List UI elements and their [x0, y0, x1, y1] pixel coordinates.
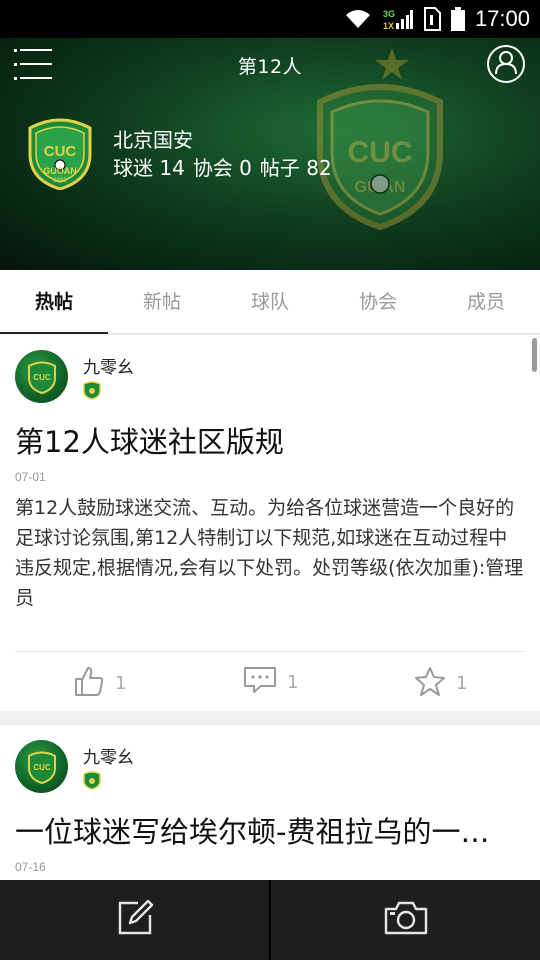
- svg-text:3G: 3G: [383, 9, 395, 19]
- sim-card-icon: [423, 7, 441, 31]
- svg-text:CUC: CUC: [33, 373, 51, 382]
- club-logo[interactable]: CUC GUOAN 1992: [26, 114, 94, 194]
- svg-text:CUC: CUC: [33, 763, 51, 772]
- tab-association[interactable]: 协会: [324, 270, 432, 333]
- post-title[interactable]: 第12人球迷社区版规: [15, 419, 525, 461]
- tab-new-posts[interactable]: 新帖: [108, 270, 216, 333]
- club-stats: 球迷 14 协会 0 帖子 82: [113, 152, 332, 181]
- post-date: 07-16: [15, 860, 46, 874]
- bottom-action-bar: [0, 880, 540, 960]
- svg-text:1992: 1992: [53, 178, 67, 184]
- battery-icon: [450, 7, 465, 31]
- tab-team[interactable]: 球队: [216, 270, 324, 333]
- avatar[interactable]: CUC: [15, 740, 68, 793]
- page-title: 第12人: [237, 56, 303, 78]
- stat-fans: 球迷 14: [113, 156, 185, 180]
- compose-button[interactable]: [0, 880, 269, 960]
- comment-button[interactable]: 1: [243, 665, 298, 700]
- post-title[interactable]: 一位球迷写给埃尔顿-费祖拉乌的一…: [15, 809, 525, 851]
- svg-text:GUOAN: GUOAN: [43, 166, 77, 176]
- status-bar: 3G 1X 17:00: [0, 0, 540, 38]
- favorite-icon: [414, 665, 446, 702]
- club-name: 北京国安: [113, 128, 193, 152]
- post-author[interactable]: 九零幺: [83, 743, 134, 768]
- profile-icon: [493, 49, 519, 79]
- compose-icon: [116, 899, 154, 941]
- stat-associations: 协会 0: [192, 156, 252, 180]
- tab-hot-posts[interactable]: 热帖: [0, 270, 108, 334]
- club-badge-icon: [83, 380, 101, 404]
- like-icon: [73, 665, 105, 702]
- post-card[interactable]: CUC 九零幺 第12人球迷社区版规 07-01 第12人鼓励球迷交流、互动。为…: [0, 335, 540, 711]
- signal-icon: 3G 1X: [383, 7, 413, 31]
- svg-text:CUC: CUC: [348, 136, 413, 169]
- post-card[interactable]: CUC 九零幺 一位球迷写给埃尔顿-费祖拉乌的一… 07-16: [0, 725, 540, 880]
- favorite-count: 1: [456, 673, 468, 694]
- post-date: 07-01: [15, 470, 46, 484]
- svg-text:CUC: CUC: [44, 143, 77, 160]
- wifi-icon: [343, 8, 373, 30]
- post-body[interactable]: 第12人鼓励球迷交流、互动。为给各位球迷营造一个良好的足球讨论氛围,第12人特制…: [15, 493, 525, 613]
- comment-icon: [243, 665, 277, 700]
- comment-count: 1: [287, 672, 299, 693]
- club-header: CUC GU AN 第12人 CUC GUOAN 1992 北京国安 球迷 14…: [0, 38, 540, 270]
- avatar[interactable]: CUC: [15, 350, 68, 403]
- like-button[interactable]: 1: [73, 665, 126, 702]
- camera-button[interactable]: [271, 880, 540, 960]
- stat-posts: 帖子 82: [259, 156, 332, 180]
- clock: 17:00: [474, 6, 530, 31]
- divider: [15, 651, 525, 652]
- app-screen: 3G 1X 17:00 CUC GU AN 第12人 CUC GUOAN 199…: [0, 0, 540, 960]
- svg-text:1X: 1X: [383, 21, 394, 31]
- tab-members[interactable]: 成员: [432, 270, 540, 333]
- tab-bar: 热帖 新帖 球队 协会 成员: [0, 270, 540, 334]
- feed-gap: [0, 711, 540, 725]
- post-author[interactable]: 九零幺: [83, 353, 134, 378]
- favorite-button[interactable]: 1: [414, 665, 467, 702]
- camera-icon: [383, 900, 429, 940]
- like-count: 1: [115, 673, 127, 694]
- scrollbar[interactable]: [532, 338, 537, 372]
- post-feed: CUC 九零幺 第12人球迷社区版规 07-01 第12人鼓励球迷交流、互动。为…: [0, 335, 540, 880]
- club-badge-icon: [83, 770, 101, 794]
- profile-button[interactable]: [487, 45, 525, 83]
